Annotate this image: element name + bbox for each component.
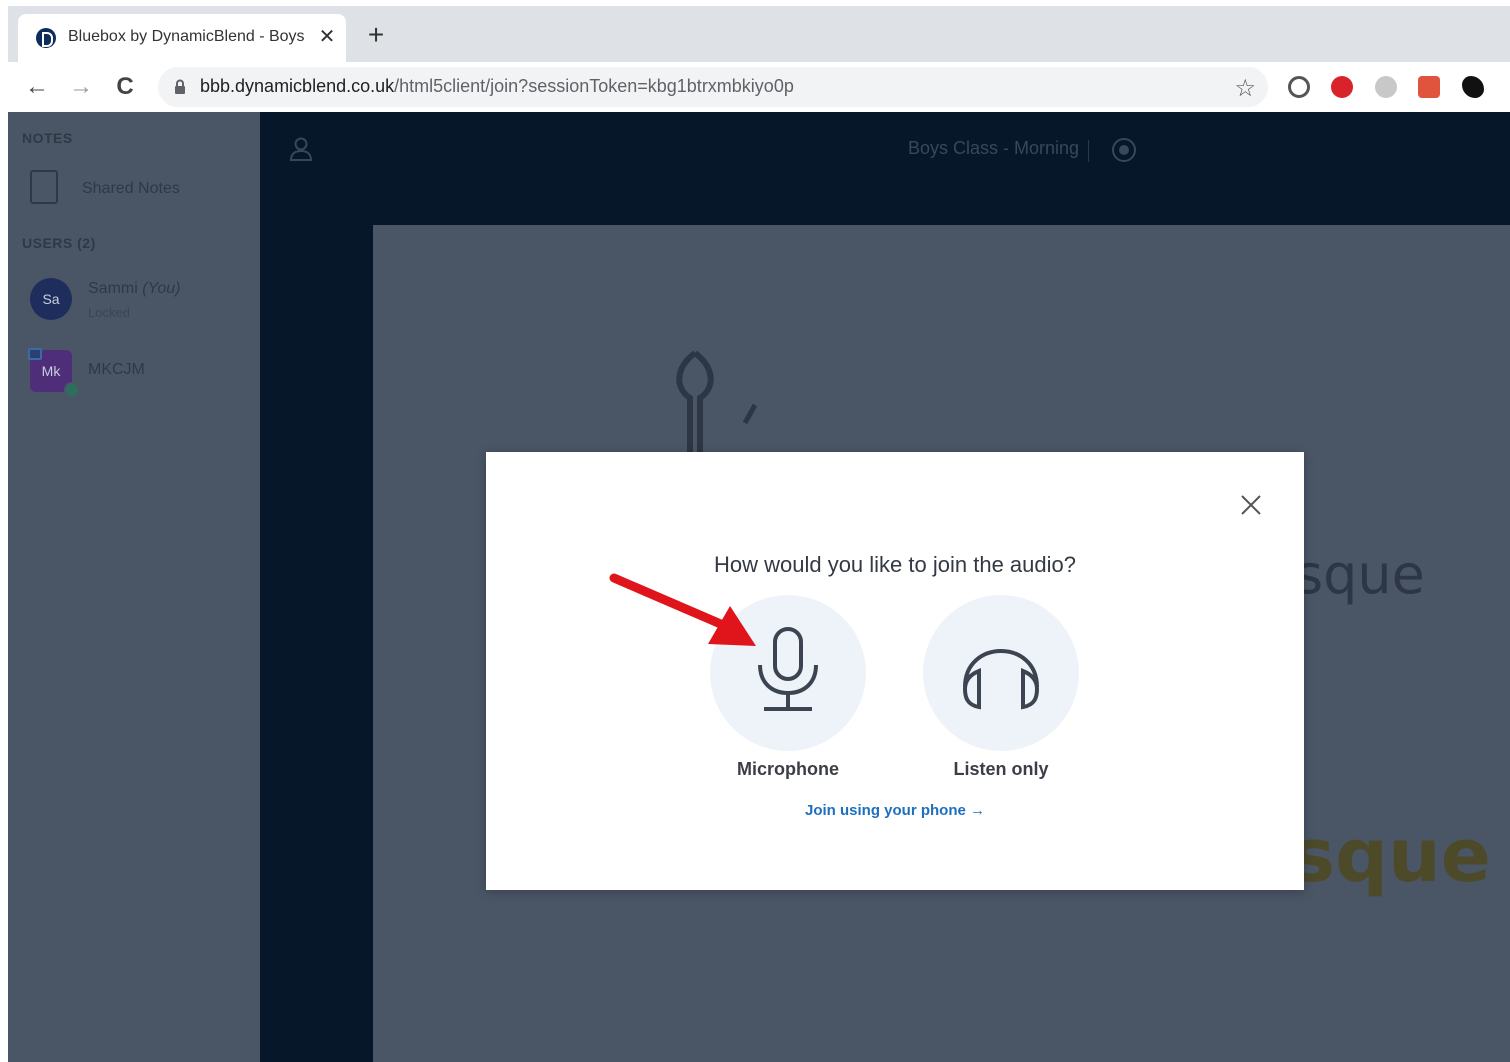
extension-gear-icon[interactable] (1375, 76, 1397, 98)
document-icon (30, 170, 58, 204)
meeting-title: Boys Class - Morning (908, 138, 1080, 158)
address-bar[interactable]: bbb.dynamicblend.co.uk/html5client/join?… (158, 67, 1268, 107)
user-list-sidebar: NOTES Shared Notes USERS (2) Sa Sammi (Y… (8, 112, 260, 1062)
browser-tabstrip: Bluebox by DynamicBlend - Boys Class - M… (8, 6, 1510, 62)
notes-heading: NOTES (22, 130, 73, 146)
bluebox-favicon-icon (36, 28, 56, 48)
url-path: /html5client/join?sessionToken=kbg1btrxm… (394, 76, 794, 96)
join-audio-modal: How would you like to join the audio? Mi… (486, 452, 1304, 890)
shared-notes-label: Shared Notes (82, 180, 180, 197)
headphones-icon (962, 649, 1040, 710)
listen-only-label: Listen only (953, 759, 1049, 779)
tab-close-icon[interactable]: ✕ (316, 26, 338, 48)
user-name: MKCJM (88, 361, 145, 378)
user-name: Sammi (You) (88, 280, 180, 298)
close-icon[interactable] (1236, 490, 1266, 520)
presenter-icon (28, 348, 42, 360)
moderator-badge-icon (64, 382, 80, 398)
listen-only-button[interactable]: Listen only (923, 595, 1079, 795)
tab-title: Bluebox by DynamicBlend - Boys Class - M… (68, 28, 308, 45)
back-button[interactable]: ← (22, 72, 52, 102)
user-name-text: Sammi (88, 280, 138, 297)
avatar: Sa (30, 278, 72, 320)
new-tab-button[interactable]: + (363, 21, 389, 49)
microphone-label: Microphone (737, 759, 839, 779)
reload-button[interactable]: C (110, 72, 140, 102)
annotation-arrow-icon (609, 573, 756, 646)
extension-circle-icon[interactable] (1288, 76, 1310, 98)
users-heading: USERS (2) (22, 235, 96, 251)
user-you-tag: (You) (142, 280, 181, 297)
browser-tab[interactable]: Bluebox by DynamicBlend - Boys Class - M… (18, 14, 346, 62)
bookmark-star-icon[interactable]: ☆ (1234, 74, 1256, 103)
record-icon[interactable] (1112, 138, 1136, 162)
join-by-phone-link[interactable]: Join using your phone → (486, 802, 1304, 819)
forward-button[interactable]: → (66, 72, 96, 102)
listen-only-circle[interactable] (923, 595, 1079, 751)
url-host: bbb.dynamicblend.co.uk (200, 76, 395, 96)
extension-fish-icon[interactable] (1462, 76, 1484, 98)
url-text: bbb.dynamicblend.co.uk/html5client/join?… (200, 76, 794, 97)
slide-text: sque (1291, 813, 1491, 899)
user-list-toggle-icon[interactable] (288, 136, 314, 162)
lock-icon (175, 79, 185, 94)
header-divider (1088, 140, 1089, 162)
slide-text: sque (1295, 543, 1425, 606)
extension-yab-icon[interactable] (1331, 76, 1353, 98)
user-status: Locked (88, 305, 130, 320)
browser-toolbar: ← → C bbb.dynamicblend.co.uk/html5client… (8, 62, 1510, 112)
extension-red-icon[interactable] (1418, 76, 1440, 98)
